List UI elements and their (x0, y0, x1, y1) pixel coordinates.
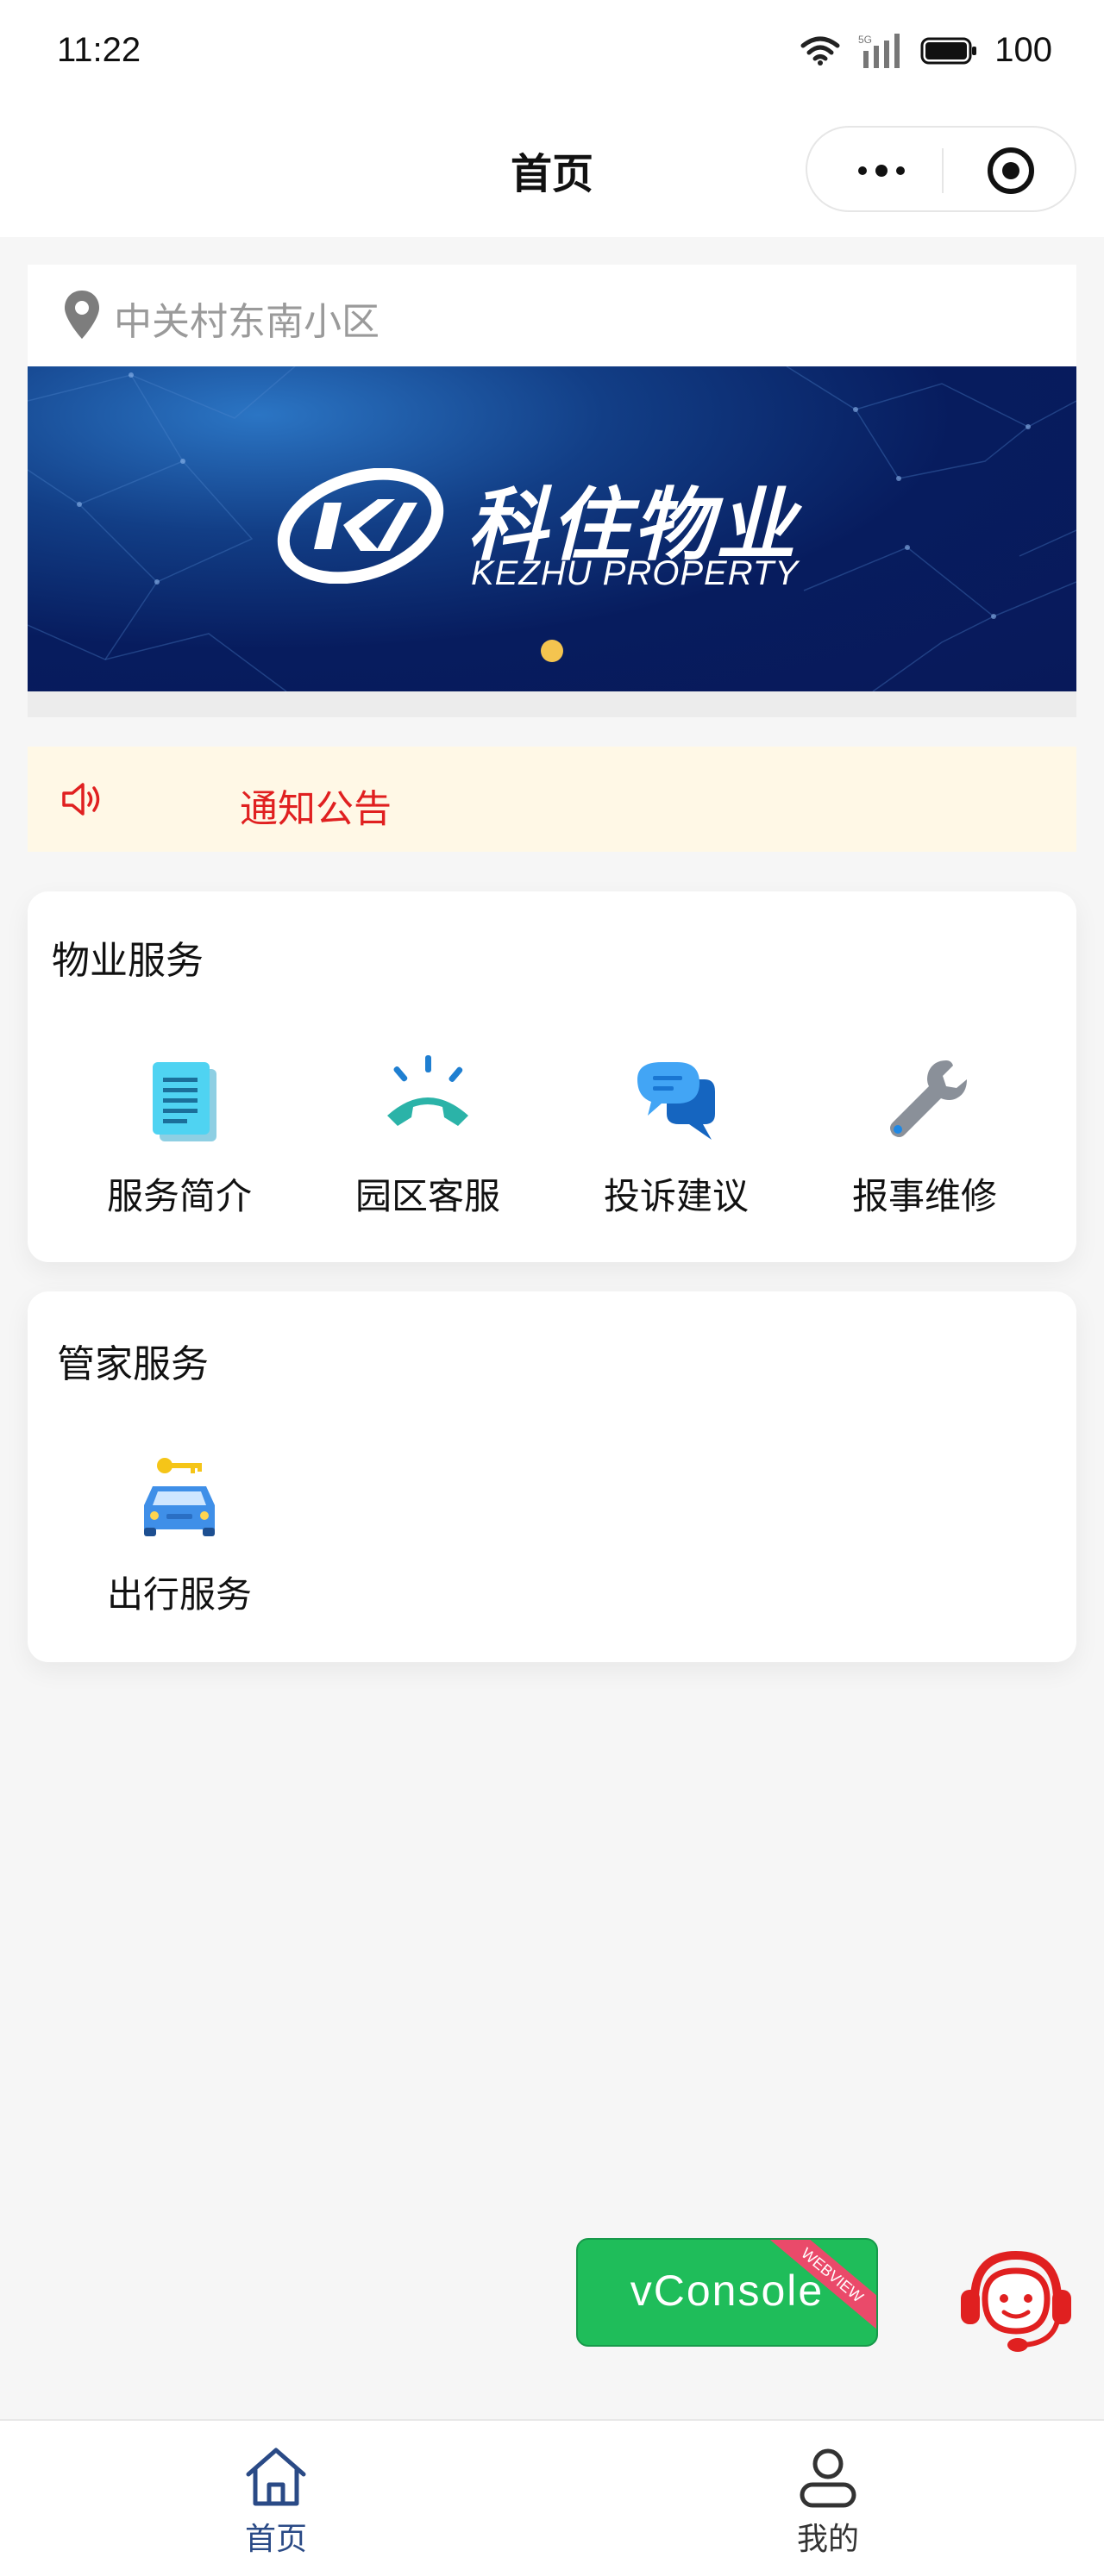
bottom-tab-bar: 首页 我的 (0, 2419, 1104, 2576)
kezhu-logo-icon (277, 468, 444, 584)
car-key-icon (144, 1458, 215, 1536)
travel-service-item[interactable]: 出行服务 (55, 1452, 304, 1618)
user-icon (800, 2448, 856, 2508)
miniprogram-capsule (806, 126, 1076, 212)
section-title: 物业服务 (52, 939, 204, 983)
signal-icon: 5G (858, 33, 900, 68)
service-label: 报事维修 (851, 1175, 997, 1217)
complaint-suggestion-item[interactable]: 投诉建议 (552, 1054, 800, 1220)
notice-bar[interactable]: 通知公告 (28, 747, 1076, 852)
capsule-divider (942, 148, 944, 193)
tab-label: 首页 (244, 2522, 307, 2557)
butler-services-card: 管家服务 出行服务 (28, 1291, 1076, 1662)
status-icons: 5G 100 (800, 31, 1052, 70)
property-services-card: 物业服务 服务简介 园区客服 投诉建议 报事维修 (28, 891, 1076, 1262)
more-icon[interactable] (847, 150, 916, 191)
document-icon (153, 1062, 216, 1141)
service-label: 出行服务 (106, 1573, 252, 1616)
vconsole-button[interactable]: vConsole WEBVIEW (576, 2238, 878, 2347)
nav-bar: 首页 (0, 103, 1104, 237)
park-customer-service-item[interactable]: 园区客服 (304, 1054, 552, 1220)
banner-shadow-band (28, 691, 1076, 717)
battery-level: 100 (994, 31, 1052, 69)
brand-name-en: KEZHU PROPERTY (471, 554, 799, 592)
home-icon (246, 2448, 306, 2506)
tab-mine[interactable]: 我的 (742, 2442, 914, 2559)
notice-text: 通知公告 (240, 787, 392, 831)
wrench-icon (890, 1060, 967, 1137)
wifi-icon (800, 36, 840, 66)
service-label: 投诉建议 (603, 1175, 749, 1217)
section-title: 管家服务 (57, 1342, 209, 1386)
speaker-icon (62, 783, 100, 816)
service-intro-item[interactable]: 服务简介 (55, 1054, 304, 1220)
phone-icon (387, 1055, 468, 1126)
tab-label: 我的 (796, 2522, 859, 2557)
battery-icon (920, 37, 977, 64)
carousel-indicator-dot[interactable] (541, 640, 563, 662)
customer-service-icon[interactable] (957, 2247, 1075, 2354)
location-text: 中关村东南小区 (114, 300, 380, 344)
repair-report-item[interactable]: 报事维修 (800, 1054, 1049, 1220)
status-bar: 11:22 5G 100 (0, 0, 1104, 103)
service-label: 园区客服 (354, 1175, 500, 1217)
tab-home[interactable]: 首页 (190, 2442, 362, 2559)
location-selector[interactable]: 中关村东南小区 (28, 265, 1076, 366)
brand-logo: 科住物业 KEZHU PROPERTY (274, 461, 844, 592)
chat-icon (637, 1062, 715, 1140)
target-icon[interactable] (987, 147, 1035, 195)
signal-5g-label: 5G (858, 34, 872, 46)
status-time: 11:22 (57, 31, 141, 69)
service-label: 服务简介 (106, 1175, 252, 1217)
location-pin-icon (65, 291, 99, 339)
